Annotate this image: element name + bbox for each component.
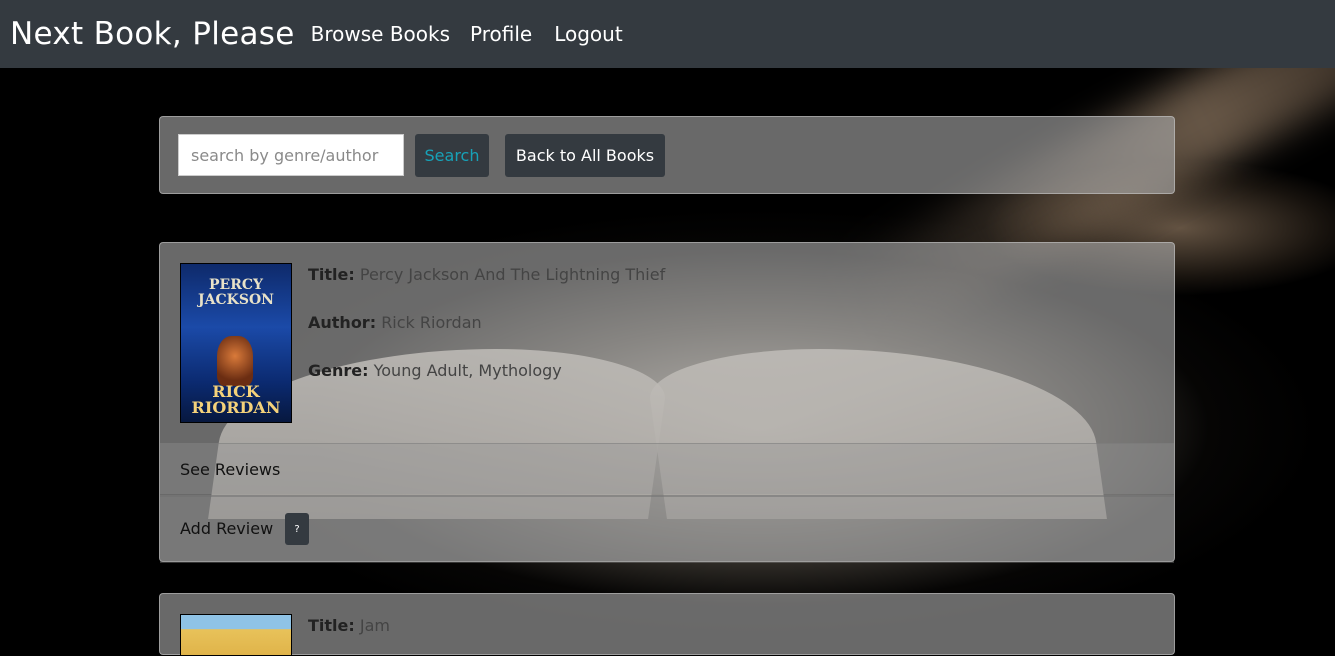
book-title: Jam (359, 616, 390, 635)
see-reviews-row[interactable]: See Reviews (160, 443, 1174, 494)
help-button[interactable]: ? (285, 513, 309, 545)
book-author-field: Author: Rick Riordan (308, 313, 482, 332)
navbar: Next Book, Please Browse Books Profile L… (0, 0, 1335, 68)
book-title-field: Title: Percy Jackson And The Lightning T… (308, 265, 665, 284)
author-label: Author: (308, 313, 377, 332)
cover-figure (217, 336, 253, 386)
book-author: Rick Riordan (381, 313, 482, 332)
book-genre: Young Adult, Mythology (373, 361, 562, 380)
search-button[interactable]: Search (415, 134, 489, 177)
nav-profile[interactable]: Profile (470, 22, 532, 46)
brand-title[interactable]: Next Book, Please (10, 16, 295, 52)
book-cover-image (180, 614, 292, 656)
add-review-row[interactable]: Add Review ? (160, 495, 1174, 563)
cover-title-text: PERCY JACKSON (198, 277, 274, 308)
nav-logout[interactable]: Logout (554, 22, 622, 46)
search-input[interactable] (178, 134, 404, 176)
book-card: Title: Jam (159, 593, 1175, 656)
genre-label: Genre: (308, 361, 369, 380)
cover-author-text: RICK RIORDAN (191, 382, 281, 417)
title-label: Title: (308, 265, 355, 284)
nav-browse-books[interactable]: Browse Books (311, 22, 450, 46)
search-panel: Search Back to All Books (159, 116, 1175, 194)
see-reviews-label[interactable]: See Reviews (180, 460, 280, 479)
back-to-all-books-button[interactable]: Back to All Books (505, 134, 665, 177)
title-label: Title: (308, 616, 355, 635)
book-genre-field: Genre: Young Adult, Mythology (308, 361, 562, 380)
book-card: PERCY JACKSON RICK RIORDAN Title: Percy … (159, 242, 1175, 563)
book-title: Percy Jackson And The Lightning Thief (359, 265, 666, 284)
add-review-label[interactable]: Add Review (180, 519, 273, 538)
book-cover-image: PERCY JACKSON RICK RIORDAN (180, 263, 292, 423)
book-title-field: Title: Jam (308, 616, 390, 635)
